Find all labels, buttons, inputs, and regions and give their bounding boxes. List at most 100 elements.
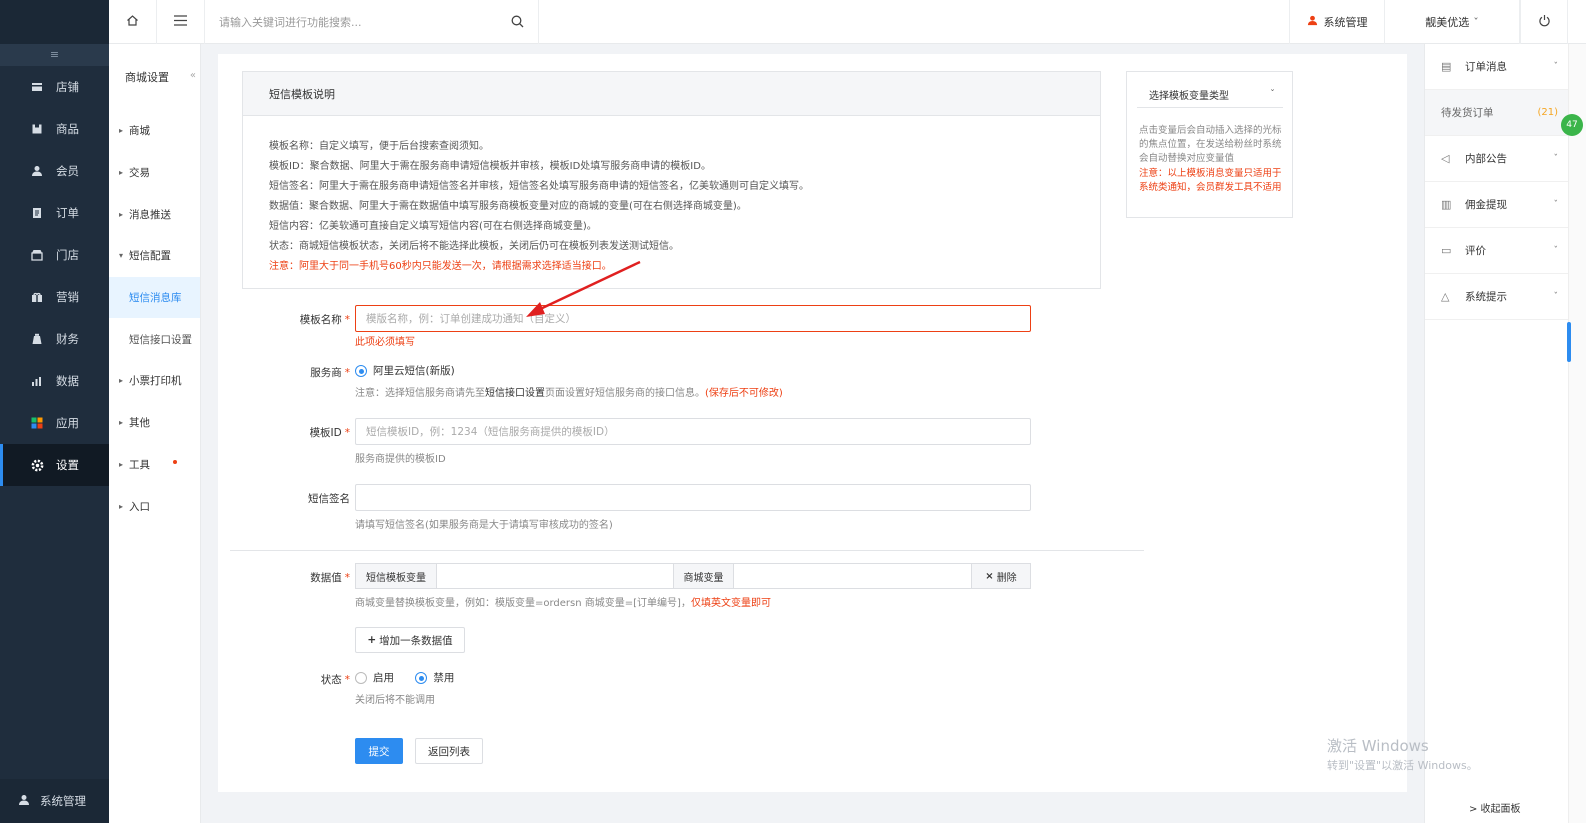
sidebar-item-label: 门店: [56, 248, 79, 262]
delete-row-button[interactable]: × 删除: [972, 564, 1030, 588]
signature-field: [355, 484, 1031, 511]
panel-item-4[interactable]: ▭ 评价 ˇ: [1425, 228, 1568, 274]
chevron-down-icon: ˇ: [1270, 88, 1275, 100]
subnav-item-3[interactable]: ▾ 短信配置: [109, 235, 200, 277]
store-label: 靓美优选: [1425, 16, 1470, 29]
sidebar-collapse-button[interactable]: ≡: [0, 44, 109, 66]
secondary-nav-menu: ▸ 商城 ▸ 交易 ▸ 消息推送 ▾ 短信配置 短信消息库 短信接口设置 ▸ 小票打印机 ▸ 其他 ▸ 工具 ▸…: [109, 110, 200, 527]
back-to-list-button[interactable]: 返回列表: [415, 738, 483, 764]
provider-radio[interactable]: 阿里云短信(新版): [355, 363, 455, 378]
sidebar-item-2[interactable]: 会员: [0, 150, 109, 192]
panel-item-1[interactable]: 待发货订单 (21): [1425, 90, 1568, 136]
panel-item-3[interactable]: ▥ 佣金提现 ˇ: [1425, 182, 1568, 228]
user-icon: [30, 164, 44, 178]
search-input[interactable]: [219, 15, 499, 29]
panel-item-2[interactable]: ◁ 内部公告 ˇ: [1425, 136, 1568, 182]
fold-icon[interactable]: «: [190, 70, 196, 81]
panel-item-5[interactable]: △ 系统提示 ˇ: [1425, 274, 1568, 320]
submit-button[interactable]: 提交: [355, 738, 403, 764]
sidebar-item-6[interactable]: 财务: [0, 318, 109, 360]
template-name-field: [355, 305, 1031, 332]
logout-button[interactable]: [1520, 0, 1568, 44]
scrollbar-thumb[interactable]: [1567, 322, 1571, 362]
collapse-panel-button[interactable]: > 收起面板: [1469, 800, 1521, 815]
notice-dot: [173, 459, 177, 464]
card-icon: ▥: [1441, 198, 1452, 211]
home-button[interactable]: [109, 0, 157, 44]
sidebar-item-3[interactable]: 订单: [0, 192, 109, 234]
subnav-item-4[interactable]: 短信消息库: [109, 276, 200, 319]
shop-var-input[interactable]: [734, 564, 972, 588]
sidebar-item-9[interactable]: 设置: [0, 444, 109, 486]
chevron-down-icon: ˇ: [1553, 153, 1559, 164]
sidebar-item-label: 应用: [56, 416, 79, 430]
template-id-hint: 服务商提供的模板ID: [355, 454, 446, 465]
provider-option-label: 阿里云短信(新版): [373, 365, 455, 377]
chevron-right-icon: ▸: [119, 459, 124, 469]
add-data-value-button[interactable]: + 增加一条数据值: [355, 627, 465, 653]
doc-icon: ▤: [1441, 60, 1452, 73]
sidebar-item-label: 设置: [56, 458, 79, 472]
system-admin-button[interactable]: 系统管理: [1289, 0, 1385, 44]
template-name-input[interactable]: [366, 312, 1030, 325]
subnav-item-label: 短信消息库: [129, 292, 182, 305]
pending-count: (21): [1537, 107, 1558, 118]
status-radio-group: 启用 禁用: [355, 670, 454, 685]
template-id-input[interactable]: [366, 425, 1030, 438]
instruction-line: 数据值：聚合数据、阿里大于需在数据值中填写服务商模板变量对应的商城的变量(可在右…: [269, 201, 747, 212]
search-icon[interactable]: [511, 15, 524, 31]
chevron-down-icon: ˇ: [1553, 291, 1559, 302]
sidebar-item-0[interactable]: 店铺: [0, 66, 109, 108]
sms-interface-link[interactable]: 短信接口设置: [485, 388, 545, 399]
signature-input[interactable]: [366, 491, 1030, 504]
sidebar-item-7[interactable]: 数据: [0, 360, 109, 402]
sidebar-system-admin[interactable]: 系统管理: [0, 779, 109, 823]
panel-item-label: 内部公告: [1465, 153, 1507, 165]
subnav-item-8[interactable]: ▸ 工具: [109, 444, 200, 486]
panel-item-0[interactable]: ▤ 订单消息 ˇ: [1425, 44, 1568, 90]
signature-hint: 请填写短信签名(如果服务商是大于请填写审核成功的签名): [355, 520, 613, 531]
data-value-label: 数据值 *: [310, 572, 350, 584]
subnav-item-5[interactable]: 短信接口设置: [109, 318, 200, 360]
variable-type-label: 选择模板变量类型: [1149, 90, 1229, 102]
store-switch-dropdown[interactable]: 靓美优选 ˇ: [1385, 0, 1520, 44]
sidebar-bottom-label: 系统管理: [40, 794, 86, 808]
status-enable-radio[interactable]: 启用: [355, 672, 394, 684]
gift-icon: [30, 290, 44, 304]
subnav-item-0[interactable]: ▸ 商城: [109, 110, 200, 152]
page-scrollbar[interactable]: 47: [1561, 44, 1586, 823]
sidebar-item-4[interactable]: 门店: [0, 234, 109, 276]
sidebar-item-8[interactable]: 应用: [0, 402, 109, 444]
secondary-nav: 商城设置 « ▸ 商城 ▸ 交易 ▸ 消息推送 ▾ 短信配置 短信消息库 短信接口设置 ▸ 小票打印机…: [109, 0, 201, 823]
panel-item-label: 佣金提现: [1465, 199, 1507, 211]
windows-activation-subtitle: 转到"设置"以激活 Windows。: [1327, 759, 1478, 772]
subnav-item-1[interactable]: ▸ 交易: [109, 152, 200, 194]
subnav-item-9[interactable]: ▸ 入口: [109, 485, 200, 527]
sidebar-item-5[interactable]: 营销: [0, 276, 109, 318]
template-id-field: [355, 418, 1031, 445]
template-var-input[interactable]: [437, 564, 674, 588]
subnav-item-label: 小票打印机: [129, 375, 182, 388]
panel-item-label: 系统提示: [1465, 291, 1507, 303]
subnav-item-label: 入口: [129, 500, 150, 513]
delete-label: 删除: [996, 572, 1017, 584]
panel-badge[interactable]: 47: [1561, 114, 1583, 136]
subnav-item-7[interactable]: ▸ 其他: [109, 402, 200, 444]
provider-radio-dot[interactable]: [355, 365, 367, 377]
annotation-arrow: [526, 260, 641, 317]
panel-item-label: 评价: [1465, 245, 1486, 257]
subnav-item-label: 交易: [129, 167, 150, 180]
subnav-item-label: 消息推送: [129, 208, 171, 221]
store-icon: [30, 80, 44, 94]
status-disable-radio[interactable]: 禁用: [415, 672, 454, 684]
chevron-right-icon: ▸: [119, 376, 124, 386]
function-search: [205, 0, 539, 44]
logo-area: [0, 0, 109, 44]
sidebar-item-label: 财务: [56, 332, 79, 346]
subnav-item-2[interactable]: ▸ 消息推送: [109, 193, 200, 235]
instruction-line: 模板ID：聚合数据、阿里大于需在服务商申请短信模板并审核，模板ID处填写服务商申…: [269, 161, 711, 172]
menu-toggle-button[interactable]: [157, 0, 205, 44]
subnav-item-6[interactable]: ▸ 小票打印机: [109, 360, 200, 402]
sidebar-item-1[interactable]: 商品: [0, 108, 109, 150]
variable-type-select[interactable]: 选择模板变量类型 ˇ: [1137, 81, 1283, 108]
